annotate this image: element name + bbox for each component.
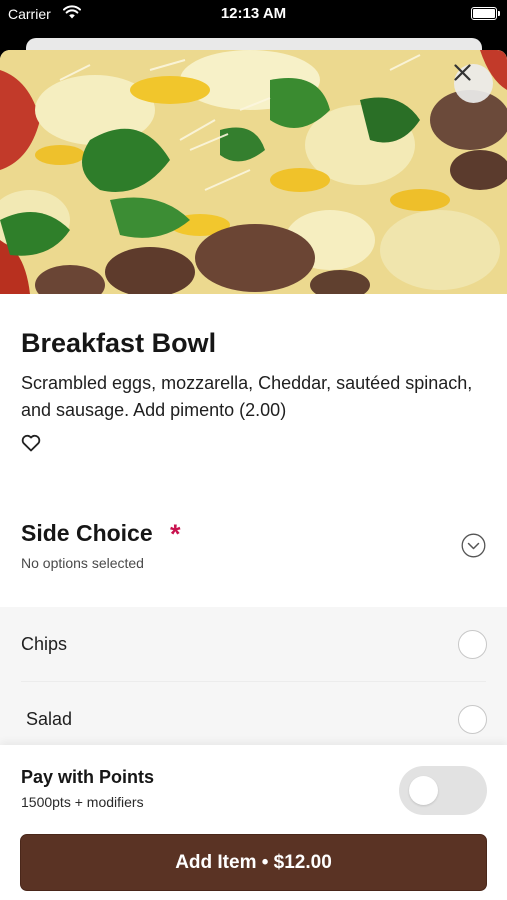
heart-outline-icon[interactable]	[21, 434, 41, 452]
side-choice-title: Side Choice	[21, 520, 153, 546]
item-title: Breakfast Bowl	[21, 328, 217, 358]
close-icon	[454, 64, 471, 81]
side-choice-status: No options selected	[21, 555, 144, 571]
item-description: Scrambled eggs, mozzarella, Cheddar, sau…	[21, 373, 473, 420]
points-cost: 1500pts + modifiers	[21, 794, 144, 810]
add-item-button[interactable]: Add Item • $12.00	[20, 834, 487, 891]
option-label: Salad	[26, 709, 73, 729]
item-detail-sheet: Breakfast Bowl Scrambled eggs, mozzarell…	[0, 50, 507, 900]
option-chips[interactable]: Chips	[0, 607, 507, 682]
radio-button[interactable]	[458, 705, 487, 734]
required-marker: *	[170, 519, 181, 549]
side-choice-options: Chips Salad	[0, 607, 507, 757]
item-photo	[0, 50, 507, 294]
chevron-down-circle-icon[interactable]	[461, 533, 486, 558]
checkout-bar: Pay with Points 1500pts + modifiers Add …	[0, 745, 507, 900]
option-label: Chips	[21, 634, 68, 654]
status-time: 12:13 AM	[220, 5, 287, 22]
close-button[interactable]	[454, 64, 493, 103]
pay-with-points-label: Pay with Points	[21, 767, 155, 787]
radio-button[interactable]	[458, 630, 487, 659]
battery-icon	[471, 7, 500, 20]
status-bar: Carrier 12:13 AM	[0, 0, 507, 30]
toggle-knob	[409, 776, 438, 805]
pay-with-points-toggle[interactable]	[399, 766, 487, 815]
